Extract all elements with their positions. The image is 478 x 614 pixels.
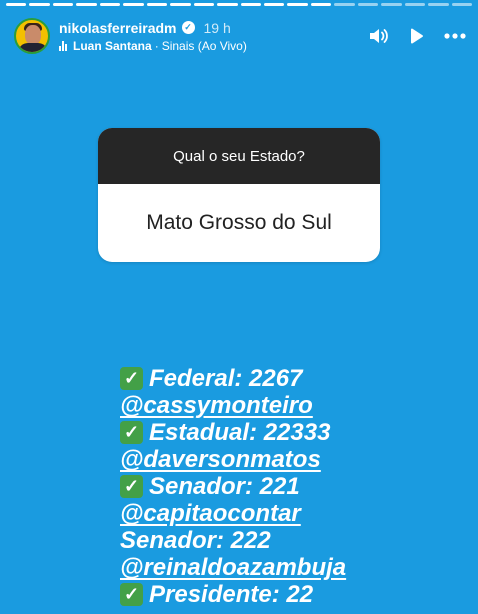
- username-link[interactable]: nikolasferreiradm: [59, 20, 177, 36]
- progress-segment: [170, 3, 191, 6]
- mention-line: @daversonmatos: [120, 446, 346, 473]
- progress-segment: [29, 3, 50, 6]
- music-info[interactable]: Luan Santana · Sinais (Ao Vivo): [59, 39, 247, 53]
- text-line: ✓ Presidente: 22: [120, 581, 346, 608]
- play-icon[interactable]: [408, 27, 424, 45]
- check-icon: ✓: [120, 421, 143, 444]
- text-line: ✓ Senador: 221: [120, 473, 346, 500]
- more-icon[interactable]: [444, 33, 466, 39]
- text-line: Senador: 222: [120, 527, 346, 554]
- line-text: Estadual: 22333: [149, 419, 331, 446]
- progress-segment: [6, 3, 27, 6]
- timestamp: 19 h: [203, 19, 231, 36]
- volume-icon[interactable]: [368, 27, 388, 45]
- line-text: Senador: 222: [120, 527, 271, 554]
- song-title: Sinais (Ao Vivo): [161, 38, 247, 53]
- progress-segment: [123, 3, 144, 6]
- progress-segment: [334, 3, 355, 6]
- line-text: Federal: 2267: [149, 365, 303, 392]
- check-icon: ✓: [120, 367, 143, 390]
- progress-segment: [428, 3, 449, 6]
- story-header: nikolasferreiradm ✓ 19 h Luan Santana · …: [14, 16, 466, 56]
- mention-link[interactable]: @cassymonteiro: [120, 392, 313, 419]
- progress-segment: [451, 3, 473, 6]
- story-meta: nikolasferreiradm ✓ 19 h Luan Santana · …: [59, 20, 247, 53]
- question-prompt: Qual o seu Estado?: [98, 128, 380, 184]
- mention-line: @capitaocontar: [120, 500, 346, 527]
- mention-line: @reinaldoazambuja: [120, 554, 346, 581]
- line-text: Presidente: 22: [149, 581, 314, 608]
- progress-segment: [146, 3, 168, 6]
- progress-segment: [193, 3, 215, 6]
- verified-icon: ✓: [181, 21, 195, 34]
- progress-segment: [404, 3, 426, 6]
- mention-line: @cassymonteiro: [120, 392, 346, 419]
- text-line: ✓ Estadual: 22333: [120, 419, 346, 446]
- question-answer: Mato Grosso do Sul: [146, 211, 332, 234]
- artist-name: Luan Santana: [73, 38, 152, 53]
- progress-segment: [287, 3, 308, 6]
- line-text: Senador: 221: [149, 473, 300, 500]
- music-bars-icon: [59, 40, 67, 51]
- progress-segment: [381, 3, 402, 6]
- music-separator: ·: [154, 38, 159, 53]
- avatar[interactable]: [14, 18, 50, 54]
- progress-segment: [310, 3, 332, 6]
- progress-segment: [99, 3, 121, 6]
- progress-segment: [240, 3, 261, 6]
- progress-segment: [263, 3, 285, 6]
- mention-link[interactable]: @capitaocontar: [120, 500, 301, 527]
- progress-segment: [76, 3, 97, 6]
- check-icon: ✓: [120, 583, 143, 606]
- mention-link[interactable]: @daversonmatos: [120, 446, 321, 473]
- progress-segment: [357, 3, 379, 6]
- story-controls: [368, 27, 466, 45]
- check-icon: ✓: [120, 475, 143, 498]
- story-progress-bar: [6, 3, 473, 6]
- question-sticker: Qual o seu Estado? Mato Grosso do Sul: [98, 128, 380, 262]
- text-line: ✓ Federal: 2267: [120, 365, 346, 392]
- story-text-block: ✓ Federal: 2267 @cassymonteiro ✓ Estadua…: [120, 365, 346, 608]
- mention-link[interactable]: @reinaldoazambuja: [120, 554, 346, 581]
- progress-segment: [217, 3, 238, 6]
- progress-segment: [52, 3, 74, 6]
